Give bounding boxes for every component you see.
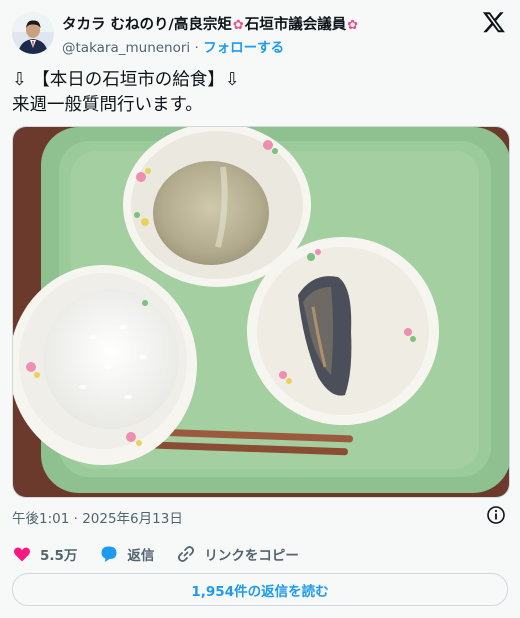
author-display-name-part2: 石垣市議会議員 bbox=[244, 17, 347, 33]
hibiscus-icon: ✿ bbox=[347, 18, 359, 33]
separator-dot: · bbox=[194, 40, 199, 56]
author-handle[interactable]: @takara_munenori bbox=[62, 40, 190, 56]
tweet-text-line-2: 来週一般質問行います。 bbox=[12, 95, 203, 115]
follow-button[interactable]: フォローする bbox=[203, 40, 284, 56]
tweet-text: ⇩ 【本日の石垣市の給食】⇩ 来週一般質問行います。 bbox=[12, 68, 239, 118]
tweet-photo[interactable] bbox=[12, 126, 510, 498]
avatar-photo bbox=[12, 12, 54, 54]
heart-icon bbox=[13, 547, 31, 562]
reply-label: 返信 bbox=[127, 548, 155, 564]
copy-link-label: リンクをコピー bbox=[204, 548, 299, 564]
author-display-name-part1: タカラ むねのり/高良宗矩 bbox=[62, 17, 232, 33]
author-handle-row: @takara_munenori · フォローする bbox=[62, 36, 284, 56]
author-name[interactable]: タカラ むねのり/高良宗矩✿石垣市議会議員✿ bbox=[62, 13, 359, 34]
reply-bubble-icon bbox=[101, 546, 117, 562]
copy-link-button[interactable]: リンクをコピー bbox=[176, 544, 299, 564]
tweet-timestamp[interactable]: 午後1:01 · 2025年6月13日 bbox=[12, 507, 183, 527]
tweet-text-line-1: ⇩ 【本日の石垣市の給食】⇩ bbox=[12, 70, 240, 90]
like-count: 5.5万 bbox=[40, 548, 78, 564]
like-button[interactable]: 5.5万 bbox=[12, 544, 77, 564]
x-logo-icon[interactable] bbox=[482, 10, 506, 34]
school-lunch-photo bbox=[13, 127, 509, 497]
author-avatar[interactable] bbox=[12, 12, 54, 54]
hibiscus-icon: ✿ bbox=[232, 18, 244, 33]
reply-button[interactable]: 返信 bbox=[99, 544, 154, 564]
tweet-actions: 5.5万 返信 リンクをコピー bbox=[12, 542, 321, 566]
read-replies-button[interactable]: 1,954件の返信を読む bbox=[12, 573, 508, 606]
link-icon bbox=[178, 546, 195, 562]
info-icon[interactable] bbox=[486, 505, 506, 525]
